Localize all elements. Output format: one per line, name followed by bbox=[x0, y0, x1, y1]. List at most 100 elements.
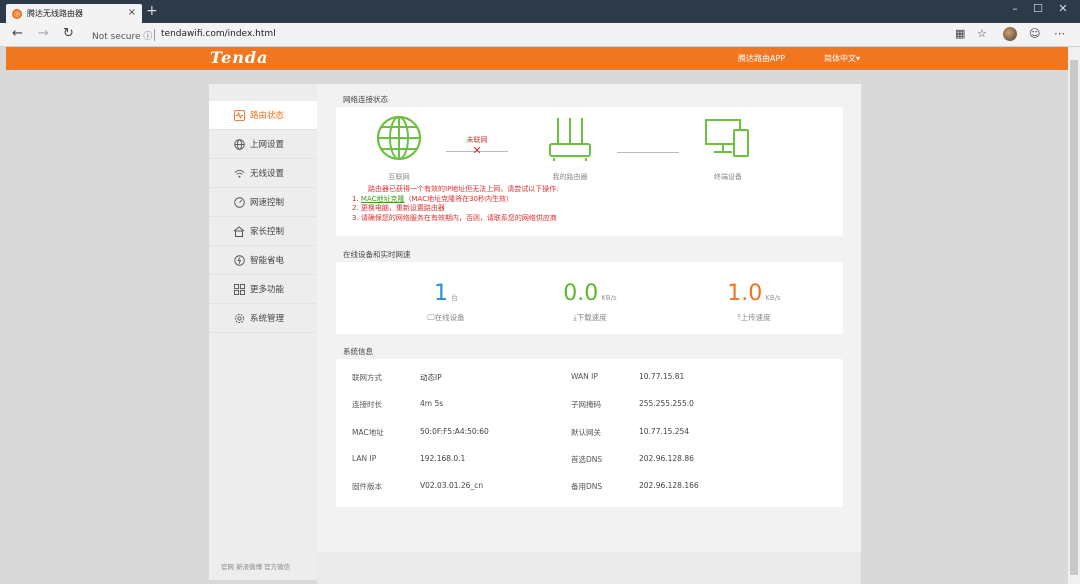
sidebar-item-label: 路由状态 bbox=[250, 111, 285, 121]
info-label: MAC地址 bbox=[352, 428, 384, 437]
disconnected-x-icon: ✕ bbox=[472, 144, 482, 157]
tenda-logo[interactable]: Tenda bbox=[210, 48, 268, 67]
sidebar-item-speed-control[interactable]: 网速控制 bbox=[209, 188, 317, 217]
speedometer-icon bbox=[233, 196, 245, 208]
online-devices-stat: 1台 🖵在线设备 bbox=[376, 282, 516, 323]
globe-large-icon bbox=[376, 115, 422, 161]
tenda-favicon-icon: ◎ bbox=[12, 8, 22, 19]
info-label: 固件版本 bbox=[352, 482, 382, 491]
page-bottom-bar bbox=[317, 552, 861, 584]
sidebar-item-label: 智能省电 bbox=[250, 256, 285, 266]
mac-clone-link[interactable]: MAC地址克隆 bbox=[361, 195, 405, 203]
refresh-icon[interactable]: ↻ bbox=[63, 26, 74, 41]
lan-ip-value: 192.168.0.1 bbox=[420, 454, 466, 463]
sidebar-item-label: 家长控制 bbox=[250, 227, 285, 237]
gear-icon bbox=[233, 312, 245, 324]
wan-ip-value: 10.77.15.81 bbox=[639, 372, 685, 381]
url-field[interactable]: tendawifi.com/index.html bbox=[161, 29, 276, 39]
internet-node: 互联网 bbox=[373, 114, 425, 182]
info-label: 子网掩码 bbox=[571, 400, 601, 409]
back-icon[interactable]: ← bbox=[12, 26, 23, 41]
subnet-mask-value: 255.255.255.0 bbox=[639, 399, 694, 408]
tab-title: 腾达无线路由器 bbox=[27, 9, 83, 18]
home-icon bbox=[233, 225, 245, 237]
upload-speed-label: ⤒上传速度 bbox=[737, 313, 771, 322]
sidebar-item-internet-settings[interactable]: 上网设置 bbox=[209, 130, 317, 159]
new-tab-button[interactable]: + bbox=[146, 3, 158, 19]
online-devices-value: 1 bbox=[434, 281, 448, 306]
warning-intro: 路由器已获得一个有效的IP地址但无法上网，请尝试以下操作: bbox=[368, 185, 559, 193]
info-label: 首选DNS bbox=[571, 455, 603, 464]
close-window-button[interactable]: ✕ bbox=[1050, 2, 1076, 15]
router-node: 我的路由器 bbox=[542, 114, 598, 182]
info-label: 联网方式 bbox=[352, 373, 382, 382]
scrollbar-thumb[interactable] bbox=[1070, 60, 1078, 575]
pulse-icon bbox=[233, 109, 245, 121]
app-download-link[interactable]: 腾达路由APP bbox=[738, 53, 785, 64]
internet-label: 互联网 bbox=[388, 173, 410, 181]
info-label: 连接时长 bbox=[352, 400, 382, 409]
network-status-title: 网络连接状态 bbox=[343, 95, 388, 104]
router-icon bbox=[549, 118, 591, 161]
router-label: 我的路由器 bbox=[552, 173, 588, 181]
monitor-icon: 🖵 bbox=[427, 313, 435, 322]
upload-speed-value: 1.0 bbox=[727, 281, 763, 306]
power-icon bbox=[233, 254, 245, 266]
sidebar-item-parental-control[interactable]: 家长控制 bbox=[209, 217, 317, 246]
sidebar-item-label: 上网设置 bbox=[250, 140, 285, 150]
feedback-smiley-icon[interactable]: ☺ bbox=[1029, 27, 1040, 40]
main-content: 网络连接状态 互联网 未联网 ✕ 我的路由器 终端设备 路由器已获得一个有效的I… bbox=[317, 84, 861, 580]
primary-dns-value: 202.96.128.86 bbox=[639, 454, 694, 463]
warning-step-2: 2. 更换电脑，重新设置路由器 bbox=[352, 204, 445, 212]
system-info-card: 联网方式 动态IP 连接时长 4m 5s MAC地址 50:0F:F5:A4:5… bbox=[336, 359, 843, 507]
url-separator bbox=[154, 29, 155, 41]
mac-address-value: 50:0F:F5:A4:50:60 bbox=[420, 427, 489, 436]
sidebar-item-label: 更多功能 bbox=[250, 285, 285, 295]
network-status-card: 互联网 未联网 ✕ 我的路由器 终端设备 路由器已获得一个有效的IP地址但无法上… bbox=[336, 107, 843, 236]
favorite-star-icon[interactable]: ☆ bbox=[977, 27, 987, 40]
download-speed-label: ⤓下载速度 bbox=[573, 313, 607, 322]
tenda-header: Tenda 腾达路由APP 简体中文▾ bbox=[6, 47, 1068, 70]
devices-node: 终端设备 bbox=[698, 116, 758, 182]
upload-speed-stat: 1.0 KB/s ⤒上传速度 bbox=[684, 282, 824, 323]
online-devices-label: 🖵在线设备 bbox=[427, 313, 465, 322]
browser-titlebar: ◎ 腾达无线路由器 × + – ☐ ✕ bbox=[0, 0, 1080, 23]
profile-avatar[interactable] bbox=[1003, 27, 1017, 41]
realtime-title: 在线设备和实时网速 bbox=[343, 250, 411, 259]
warning-step-3: 3. 请确保您的网络服务在有效期内，否则，请联系您的网络供应商 bbox=[352, 213, 557, 222]
web-page: Tenda 腾达路由APP 简体中文▾ 路由状态 上网设置 无线设置 网速控制 … bbox=[0, 47, 1068, 584]
browser-tab[interactable]: ◎ 腾达无线路由器 × bbox=[6, 4, 142, 23]
sidebar-item-label: 网速控制 bbox=[250, 198, 285, 208]
not-secure-indicator[interactable]: Not secure ⓘ bbox=[92, 29, 152, 42]
sidebar-item-label: 系统管理 bbox=[250, 314, 285, 324]
default-gateway-value: 10.77.15.254 bbox=[639, 427, 690, 436]
info-label: 备用DNS bbox=[571, 482, 603, 491]
sidebar-item-power-saving[interactable]: 智能省电 bbox=[209, 246, 317, 275]
devices-label: 终端设备 bbox=[714, 173, 742, 181]
sidebar-item-label: 无线设置 bbox=[250, 169, 285, 179]
reading-view-icon[interactable]: ▦ bbox=[955, 27, 965, 40]
maximize-button[interactable]: ☐ bbox=[1025, 2, 1051, 15]
firmware-version-value: V02.03.01.26_cn bbox=[420, 481, 484, 490]
download-speed-value: 0.0 bbox=[563, 281, 599, 306]
sidebar-item-wireless-settings[interactable]: 无线设置 bbox=[209, 159, 317, 188]
realtime-card: 1台 🖵在线设备 0.0 KB/s ⤓下载速度 1.0 KB/s ⤒上传速度 bbox=[336, 262, 843, 334]
secondary-dns-value: 202.96.128.166 bbox=[639, 481, 699, 490]
info-label: LAN IP bbox=[352, 454, 377, 463]
sidebar-item-router-status[interactable]: 路由状态 bbox=[209, 101, 317, 130]
connection-type-value: 动态IP bbox=[420, 373, 442, 382]
wifi-icon bbox=[233, 167, 245, 179]
more-menu-icon[interactable]: ⋯ bbox=[1054, 27, 1065, 40]
sidebar-item-more-features[interactable]: 更多功能 bbox=[209, 275, 317, 304]
system-info-title: 系统信息 bbox=[343, 347, 373, 356]
grid-icon bbox=[233, 283, 245, 295]
sidebar: 路由状态 上网设置 无线设置 网速控制 家长控制 智能省电 更多功能 系统管理 … bbox=[209, 84, 317, 580]
language-select[interactable]: 简体中文▾ bbox=[824, 53, 860, 64]
sidebar-footer-links[interactable]: 官网 新浪微博 官方微信 bbox=[221, 561, 290, 571]
info-label: 默认网关 bbox=[571, 428, 601, 437]
uptime-value: 4m 5s bbox=[420, 399, 444, 408]
tab-close-icon[interactable]: × bbox=[128, 7, 136, 18]
forward-icon[interactable]: → bbox=[38, 26, 49, 41]
sidebar-item-system-management[interactable]: 系统管理 bbox=[209, 304, 317, 333]
router-link-line bbox=[617, 152, 679, 153]
